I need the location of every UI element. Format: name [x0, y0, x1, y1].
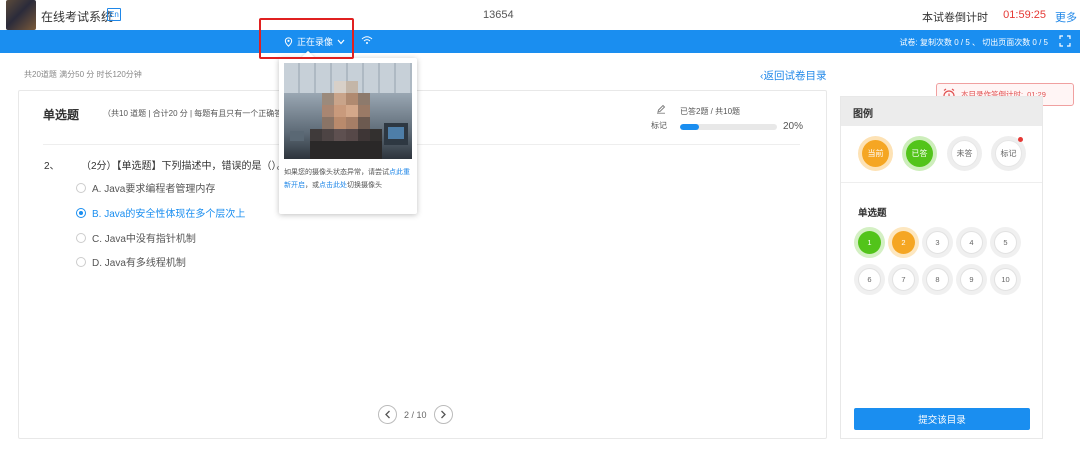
legend-label: 当前	[867, 149, 884, 158]
legend-marked: 标记	[991, 136, 1026, 171]
prev-question-button[interactable]	[378, 405, 397, 424]
progress-text: 已答2题 / 共10题	[680, 107, 741, 116]
marked-dot-icon	[1018, 137, 1023, 142]
option-label: A. Java要求编程者管理内存	[92, 184, 216, 195]
question-nav-number: 5	[994, 231, 1017, 254]
camera-hint: 如果您的摄像头状态异常，请尝试点此重新开启，或点击此处切换摄像头	[284, 166, 412, 192]
copy-switch-stats: 试卷: 复制次数 0 / 5 、 切出页面次数 0 / 5	[899, 38, 1048, 47]
question-nav-button[interactable]: 7	[888, 264, 919, 295]
question-nav-button[interactable]: 2	[888, 227, 919, 258]
question-pager: 2 / 10	[378, 405, 453, 424]
radio-button[interactable]	[76, 256, 86, 267]
radio-button[interactable]	[76, 232, 86, 243]
option-b[interactable]: B. Java的安全性体现在多个层次上	[76, 205, 245, 220]
system-title: 在线考试系统	[41, 10, 114, 24]
legend-answered: 已答	[902, 136, 937, 171]
radio-button[interactable]	[76, 182, 86, 193]
question-nav-button[interactable]: 3	[922, 227, 953, 258]
exam-summary: 共20道题 满分50 分 时长120分钟	[24, 70, 142, 79]
question-nav-button[interactable]: 8	[922, 264, 953, 295]
question-nav-number: 3	[926, 231, 949, 254]
submit-section-button[interactable]: 提交该目录	[854, 408, 1030, 430]
legend-label: 标记	[1000, 149, 1017, 158]
more-menu[interactable]: 更多	[1055, 9, 1077, 25]
question-nav-button[interactable]: 10	[990, 264, 1021, 295]
question-nav-number: 9	[960, 268, 983, 291]
question-nav-number: 7	[892, 268, 915, 291]
pager-text: 2 / 10	[404, 409, 427, 420]
option-c[interactable]: C. Java中没有指针机制	[76, 230, 196, 245]
option-a[interactable]: A. Java要求编程者管理内存	[76, 180, 215, 195]
chevron-left-icon	[385, 410, 390, 419]
question-nav-number: 4	[960, 231, 983, 254]
legend-current: 当前	[858, 136, 893, 171]
progress-percent: 20%	[783, 121, 804, 132]
fullscreen-icon[interactable]	[1059, 35, 1071, 47]
camera-hint-text: 如果您的摄像头状态异常，请尝试	[284, 169, 389, 176]
camera-hint-text: ，或	[305, 182, 319, 189]
legend-title: 图例	[853, 109, 873, 120]
legend-header: 图例	[841, 97, 1042, 126]
progress-fill	[680, 124, 700, 130]
section-title: 单选题	[43, 108, 80, 122]
back-link-label: 返回试卷目录	[763, 70, 827, 82]
legend-unanswered: 未答	[947, 136, 982, 171]
progress-bar	[680, 124, 777, 130]
nav-section-title: 单选题	[858, 208, 887, 219]
question-nav-button[interactable]: 4	[956, 227, 987, 258]
switch-camera-link[interactable]: 点击此处	[319, 182, 347, 189]
highlight-box	[259, 18, 354, 59]
wifi-icon	[361, 36, 373, 44]
question-number: 2、	[44, 161, 60, 172]
back-to-catalog-link[interactable]: ‹返回试卷目录	[760, 68, 827, 83]
legend-panel: 图例 当前 已答 未答 标记 单选题 1 2 3 4 5 6 7 8 9 10 提交该目录	[840, 96, 1043, 439]
camera-feed	[284, 63, 412, 159]
question-nav-number: 6	[858, 268, 881, 291]
question-nav-button[interactable]: 1	[854, 227, 885, 258]
option-label: C. Java中没有指针机制	[92, 234, 196, 245]
question-nav-number: 10	[994, 268, 1017, 291]
chevron-right-icon	[440, 410, 446, 419]
legend-label: 已答	[911, 149, 928, 158]
user-avatar[interactable]	[6, 0, 36, 30]
option-label: D. Java有多线程机制	[92, 258, 186, 269]
question-stem: （2分）【单选题】下列描述中，错误的是（）。	[81, 161, 287, 172]
camera-popup: 如果您的摄像头状态异常，请尝试点此重新开启，或点击此处切换摄像头	[279, 58, 417, 214]
mark-button[interactable]: 标记	[651, 120, 667, 131]
question-nav-number: 8	[926, 268, 949, 291]
legend-label: 未答	[956, 149, 973, 158]
countdown-label: 本试卷倒计时	[922, 12, 988, 24]
option-d[interactable]: D. Java有多线程机制	[76, 254, 186, 269]
question-nav-number: 2	[892, 231, 915, 254]
question-nav-button[interactable]: 5	[990, 227, 1021, 258]
question-nav-button[interactable]: 9	[956, 264, 987, 295]
next-question-button[interactable]	[433, 405, 453, 424]
option-label: B. Java的安全性体现在多个层次上	[92, 209, 246, 220]
camera-hint-text: 切换摄像头	[347, 182, 382, 189]
question-nav-button[interactable]: 6	[854, 264, 885, 295]
section-description: （共10 道题 | 合计20 分 | 每题有且只有一个正确答案）	[103, 109, 299, 118]
exam-toolbar: 正在录像 试卷: 复制次数 0 / 5 、 切出页面次数 0 / 5	[0, 30, 1080, 53]
exam-id: 13654	[483, 9, 514, 21]
edit-mark-icon[interactable]	[656, 104, 666, 114]
language-toggle[interactable]: En	[107, 8, 121, 21]
radio-button[interactable]	[76, 207, 86, 218]
divider	[841, 182, 1042, 183]
question-nav-number: 1	[858, 231, 881, 254]
countdown-value: 01:59:25	[1003, 9, 1046, 21]
divider	[43, 144, 800, 145]
question-panel: 单选题 （共10 道题 | 合计20 分 | 每题有且只有一个正确答案） 标记 …	[18, 90, 827, 439]
top-bar: 在线考试系统 En 13654 本试卷倒计时 01:59:25 更多	[0, 0, 1080, 30]
